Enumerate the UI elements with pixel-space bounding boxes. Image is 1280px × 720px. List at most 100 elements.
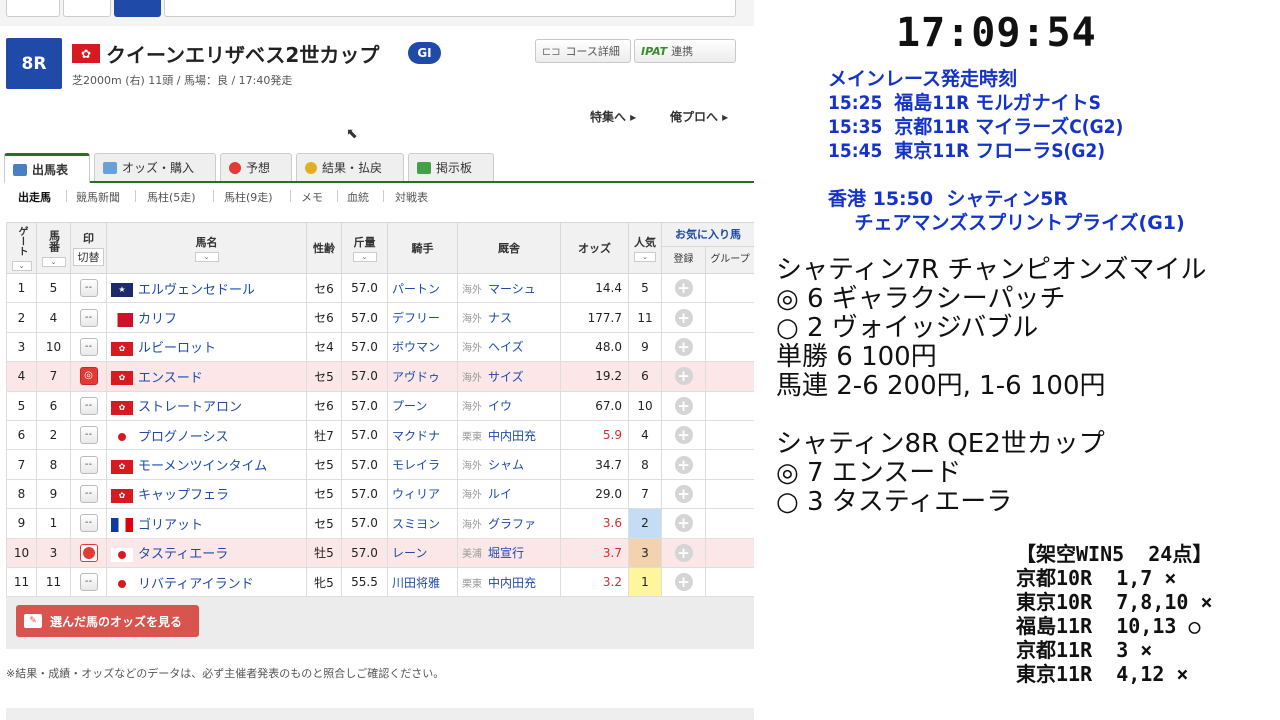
trainer-link[interactable]: ナス bbox=[488, 311, 512, 325]
add-favorite-icon[interactable]: + bbox=[674, 455, 693, 474]
mark-select-button[interactable]: -- bbox=[79, 279, 98, 298]
trainer-link[interactable]: マーシュ bbox=[488, 282, 536, 296]
top-nav-button[interactable] bbox=[6, 0, 60, 17]
subtab-pedigree[interactable]: 血統 bbox=[347, 189, 369, 205]
gate-cell: 5 bbox=[6, 390, 37, 421]
jockey-cell[interactable]: ウィリア bbox=[387, 478, 458, 510]
sort-caret-icon[interactable]: ⌄ bbox=[11, 260, 32, 271]
feature-link[interactable]: 特集へ ▸ bbox=[590, 108, 636, 125]
jockey-cell[interactable]: デフリー bbox=[387, 302, 458, 333]
horse-name-link[interactable]: ルビーロット bbox=[138, 341, 216, 356]
mark-select-button[interactable]: -- bbox=[79, 308, 98, 327]
add-favorite-icon[interactable]: + bbox=[674, 426, 693, 445]
add-favorite-icon[interactable]: + bbox=[674, 543, 693, 562]
popularity-cell: 4 bbox=[628, 419, 662, 451]
jockey-cell[interactable]: 川田将雅 bbox=[387, 566, 458, 598]
race-info: 芝2000m (右) 11頭 / 馬場：良 / 17:40発走 bbox=[72, 74, 293, 87]
horse-name-link[interactable]: タスティエーラ bbox=[138, 547, 228, 562]
subtab-newspaper[interactable]: 競馬新聞 bbox=[76, 189, 120, 205]
trainer-link[interactable]: 中内田充 bbox=[488, 429, 536, 443]
add-favorite-icon[interactable]: + bbox=[674, 337, 693, 356]
mark-select-button[interactable]: -- bbox=[79, 396, 98, 415]
horse-name-link[interactable]: エルヴェンセドール bbox=[138, 283, 255, 298]
mark-select-button[interactable]: -- bbox=[79, 514, 98, 533]
add-favorite-icon[interactable]: + bbox=[674, 367, 693, 386]
tab-board[interactable]: 掲示板 bbox=[408, 153, 494, 181]
tab-shutsuba[interactable]: 出馬表 bbox=[4, 153, 90, 183]
hong-kong-flag-icon bbox=[72, 44, 100, 63]
divider bbox=[383, 190, 384, 202]
header-gate[interactable]: ゲート ⌄ bbox=[6, 222, 37, 274]
subtab-past9[interactable]: 馬柱(9走) bbox=[224, 189, 273, 205]
header-horse[interactable]: 馬名 ⌄ bbox=[106, 222, 307, 274]
hong-kong-race-schedule: 香港 15:50 シャティン5R チェアマンズスプリントプライズ(G1) bbox=[828, 188, 1185, 234]
horse-name-cell: プログノーシス bbox=[106, 419, 307, 451]
mark-select-button[interactable]: -- bbox=[79, 455, 98, 474]
jockey-cell[interactable]: プーン bbox=[387, 390, 458, 421]
mark-honmei-icon[interactable]: ◎ bbox=[79, 367, 98, 386]
odds-cell: 67.0 bbox=[560, 390, 629, 421]
trainer-link[interactable]: 堀宣行 bbox=[488, 546, 524, 560]
tab-odds[interactable]: オッズ・購入 bbox=[94, 153, 216, 181]
jockey-cell[interactable]: ボウマン bbox=[387, 331, 458, 363]
mark-toggle-button[interactable]: 切替 bbox=[73, 248, 104, 266]
header-weight[interactable]: 斤量 ⌄ bbox=[341, 222, 388, 274]
trainer-link[interactable]: 中内田充 bbox=[488, 576, 536, 590]
sort-caret-icon[interactable]: ⌄ bbox=[352, 252, 377, 262]
mark-cell bbox=[70, 537, 107, 568]
subtab-runners[interactable]: 出走馬 bbox=[18, 189, 51, 205]
mark-select-button[interactable]: -- bbox=[79, 426, 98, 445]
sort-caret-icon[interactable]: ⌄ bbox=[41, 256, 66, 267]
mark-select-button[interactable]: -- bbox=[79, 337, 98, 356]
course-detail-button[interactable]: ⊏⊐ コース詳細 bbox=[535, 39, 631, 63]
sort-caret-icon[interactable]: ⌄ bbox=[634, 252, 656, 262]
add-favorite-icon[interactable]: + bbox=[674, 484, 693, 503]
mark-select-button[interactable]: -- bbox=[79, 573, 98, 592]
horse-name-link[interactable]: ゴリアット bbox=[138, 518, 203, 533]
trainer-link[interactable]: グラファ bbox=[488, 517, 536, 531]
netkeiba-page: 8R クイーンエリザベス2世カップ GI 芝2000m (右) 11頭 / 馬場… bbox=[0, 0, 755, 720]
subtab-memo[interactable]: メモ bbox=[301, 189, 323, 205]
trainer-link[interactable]: ルイ bbox=[488, 487, 512, 501]
add-favorite-icon[interactable]: + bbox=[674, 396, 693, 415]
my-pro-link[interactable]: 俺プロへ ▸ bbox=[670, 108, 728, 125]
jockey-cell[interactable]: マクドナ bbox=[387, 419, 458, 451]
trainer-link[interactable]: サイズ bbox=[488, 370, 524, 384]
top-nav-button[interactable] bbox=[63, 0, 111, 17]
horse-name-link[interactable]: エンスード bbox=[138, 371, 203, 386]
jockey-cell[interactable]: パートン bbox=[387, 272, 458, 304]
jockey-cell[interactable]: モレイラ bbox=[387, 449, 458, 480]
horse-name-link[interactable]: キャップフェラ bbox=[138, 488, 229, 503]
tab-yoso[interactable]: 予想 bbox=[220, 153, 292, 181]
add-favorite-icon[interactable]: + bbox=[674, 308, 693, 327]
ipat-logo: IPAT bbox=[641, 44, 668, 58]
ipat-link-button[interactable]: IPAT 連携 bbox=[634, 39, 736, 63]
fav-register-cell: + bbox=[661, 272, 706, 304]
header-num[interactable]: 馬番 ⌄ bbox=[36, 222, 71, 274]
horse-name-link[interactable]: カリフ bbox=[138, 312, 177, 327]
mark-select-button[interactable]: -- bbox=[79, 484, 98, 503]
subtab-matchup[interactable]: 対戦表 bbox=[395, 189, 428, 205]
trainer-link[interactable]: ヘイズ bbox=[488, 340, 524, 354]
top-nav-button-active[interactable] bbox=[114, 0, 161, 17]
jockey-cell[interactable]: アヴドゥ bbox=[387, 361, 458, 392]
header-pop[interactable]: 人気 ⌄ bbox=[628, 222, 662, 274]
horse-name-link[interactable]: モーメンツインタイム bbox=[138, 459, 267, 474]
trainer-link[interactable]: シャム bbox=[488, 458, 524, 472]
subtab-past5[interactable]: 馬柱(5走) bbox=[147, 189, 196, 205]
fav-group-cell bbox=[705, 302, 755, 333]
popularity-cell: 5 bbox=[628, 272, 662, 304]
horse-name-link[interactable]: プログノーシス bbox=[138, 430, 228, 445]
tab-result[interactable]: 結果・払戻 bbox=[296, 153, 404, 181]
view-selected-odds-button[interactable]: ✎ 選んだ馬のオッズを見る bbox=[16, 605, 199, 637]
add-favorite-icon[interactable]: + bbox=[674, 279, 693, 298]
sort-caret-icon[interactable]: ⌄ bbox=[194, 252, 219, 262]
horse-name-link[interactable]: リバティアイランド bbox=[138, 577, 254, 592]
jockey-cell[interactable]: スミヨン bbox=[387, 508, 458, 539]
horse-name-link[interactable]: ストレートアロン bbox=[138, 400, 242, 415]
trainer-link[interactable]: イウ bbox=[488, 399, 512, 413]
add-favorite-icon[interactable]: + bbox=[674, 573, 693, 592]
mark-taikou-icon[interactable] bbox=[79, 543, 98, 562]
add-favorite-icon[interactable]: + bbox=[674, 514, 693, 533]
jockey-cell[interactable]: レーン bbox=[387, 537, 458, 568]
